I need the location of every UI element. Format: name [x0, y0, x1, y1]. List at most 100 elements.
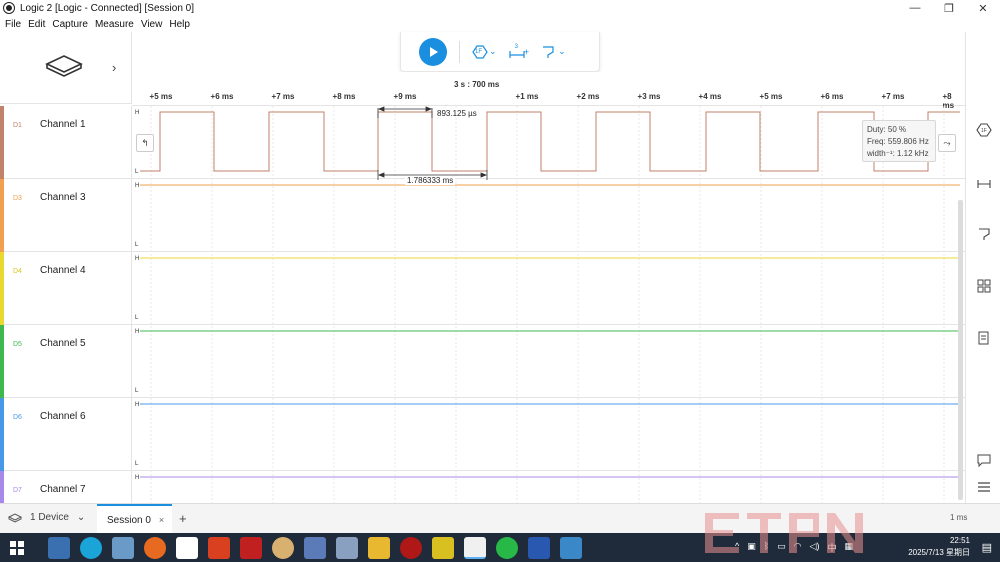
channel-divider: [131, 398, 132, 471]
channel-row[interactable]: D4 Channel 4 H L: [0, 252, 965, 325]
red-app-icon[interactable]: [400, 536, 422, 559]
menu-view[interactable]: View: [141, 19, 163, 30]
session-tab[interactable]: Session 0 ×: [97, 504, 172, 534]
menu-help[interactable]: Help: [169, 19, 190, 30]
edge-app-icon[interactable]: [80, 536, 102, 559]
timeline-header[interactable]: 3 s : 700 ms +5 ms +6 ms +7 ms +8 ms +9 …: [132, 72, 965, 110]
low-level-label: L: [135, 315, 139, 321]
channel-color-bar: [0, 179, 4, 252]
vertical-scrollbar[interactable]: [958, 200, 963, 500]
trigger-label: 1F: [475, 48, 483, 55]
measure-right-button[interactable]: ⤳: [938, 134, 956, 152]
bluetooth-icon[interactable]: ᛒ: [764, 541, 769, 554]
channel-id: D7: [13, 487, 22, 494]
tool-app-icon[interactable]: [208, 536, 230, 559]
menu-icon[interactable]: [976, 479, 992, 495]
close-tab-icon[interactable]: ×: [159, 515, 164, 525]
menu-capture[interactable]: Capture: [52, 19, 88, 30]
high-level-label: H: [135, 475, 140, 481]
measure-button[interactable]: ⌄: [541, 45, 566, 59]
start-capture-button[interactable]: [419, 37, 447, 66]
channel-name[interactable]: Channel 3: [40, 192, 86, 203]
wifi-icon[interactable]: ◠: [794, 541, 802, 554]
tick-label: +5 ms: [149, 92, 173, 101]
analyzers-icon[interactable]: 1F: [976, 122, 992, 138]
channel-name[interactable]: Channel 5: [40, 338, 86, 349]
clock[interactable]: 22:51 2025/7/13 星期日: [908, 535, 970, 559]
notification-icon[interactable]: ▤: [982, 541, 992, 554]
wechat-app-icon[interactable]: [496, 536, 518, 559]
device-small-icon: [8, 512, 22, 523]
pdf-app-icon[interactable]: [240, 536, 262, 559]
channel-row[interactable]: D5 Channel 5 H L: [0, 325, 965, 398]
channel-row[interactable]: D3 Channel 3 H L: [0, 179, 965, 252]
maximize-button[interactable]: ❐: [932, 0, 966, 16]
low-level-label: L: [135, 242, 139, 248]
keyboard-icon[interactable]: ▦: [844, 541, 853, 554]
channel-color-bar: [0, 106, 4, 179]
measurements-icon[interactable]: [976, 226, 992, 242]
file-explorer-app-icon[interactable]: [368, 536, 390, 559]
word-app-icon[interactable]: [528, 536, 550, 559]
device-icon[interactable]: [44, 52, 84, 80]
battery-icon[interactable]: ▭: [777, 541, 786, 554]
chevron-down-icon: ⌄: [76, 512, 86, 523]
volume-icon[interactable]: ◁): [810, 541, 820, 554]
app-logo-icon: [4, 3, 14, 13]
menu-file[interactable]: File: [5, 19, 21, 30]
device-selector[interactable]: 1 Device ⌄: [8, 512, 85, 523]
high-level-label: H: [135, 256, 140, 262]
network-app-icon[interactable]: [304, 536, 326, 559]
notepad-app-icon[interactable]: [112, 536, 134, 559]
timing-marker-button[interactable]: 3 +: [508, 43, 529, 59]
tick-label: +2 ms: [576, 92, 600, 101]
firefox-app-icon[interactable]: [144, 536, 166, 559]
duty-value: Duty: 50 %: [867, 125, 907, 134]
channel-row[interactable]: D7 Channel 7 H: [0, 471, 965, 503]
tick-label: +6 ms: [820, 92, 844, 101]
tick-label: +7 ms: [271, 92, 295, 101]
tray-app-icon[interactable]: ▣: [747, 541, 756, 554]
add-session-button[interactable]: +: [179, 511, 187, 526]
calculator-app-icon[interactable]: [48, 536, 70, 559]
channel-list: D1 Channel 1 H L D3 Channel 3 H L D4 Cha…: [0, 106, 965, 503]
channel-name[interactable]: Channel 7: [40, 484, 86, 495]
yellow-app-icon[interactable]: [432, 536, 454, 559]
channel-name[interactable]: Channel 1: [40, 119, 86, 130]
channel-row[interactable]: D6 Channel 6 H L: [0, 398, 965, 471]
device-count: 1 Device: [30, 512, 69, 523]
tick-label: +6 ms: [210, 92, 234, 101]
windows-start-icon[interactable]: [10, 540, 24, 555]
photos-app-icon[interactable]: [560, 536, 582, 559]
close-button[interactable]: ✕: [966, 0, 1000, 16]
minimize-button[interactable]: —: [898, 0, 932, 16]
title-bar: Logic 2 [Logic - Connected] [Session 0]: [0, 0, 1000, 16]
comment-icon[interactable]: [976, 452, 992, 468]
ime-indicator[interactable]: 中: [827, 541, 836, 554]
high-level-label: H: [135, 183, 140, 189]
channel-name[interactable]: Channel 4: [40, 265, 86, 276]
trigger-button[interactable]: 1F ⌄: [472, 44, 497, 60]
notes-icon[interactable]: [976, 330, 992, 346]
menu-measure[interactable]: Measure: [95, 19, 134, 30]
chevron-up-icon[interactable]: ^: [735, 541, 739, 554]
low-level-label: L: [135, 461, 139, 467]
clock-date: 2025/7/13 星期日: [908, 548, 970, 557]
channel-id: D3: [13, 195, 22, 202]
low-level-label: L: [135, 169, 139, 175]
timing-marker-label: 3: [514, 43, 518, 50]
paint-app-icon[interactable]: [272, 536, 294, 559]
device-manager-app-icon[interactable]: [336, 536, 358, 559]
tick-label: +9 ms: [393, 92, 417, 101]
system-tray: ^ ▣ ᛒ ▭ ◠ ◁) 中 ▦: [735, 541, 853, 554]
timing-markers-icon[interactable]: [976, 174, 992, 190]
toolbar-divider: [459, 40, 460, 63]
ab-app-icon[interactable]: [176, 536, 198, 559]
channel-name[interactable]: Channel 6: [40, 411, 86, 422]
chevron-right-icon[interactable]: ›: [112, 60, 116, 75]
channel-color-bar: [0, 398, 4, 471]
menu-edit[interactable]: Edit: [28, 19, 45, 30]
extensions-icon[interactable]: [976, 278, 992, 294]
measure-left-button[interactable]: ↰: [136, 134, 154, 152]
logic-app-icon[interactable]: [464, 536, 486, 559]
